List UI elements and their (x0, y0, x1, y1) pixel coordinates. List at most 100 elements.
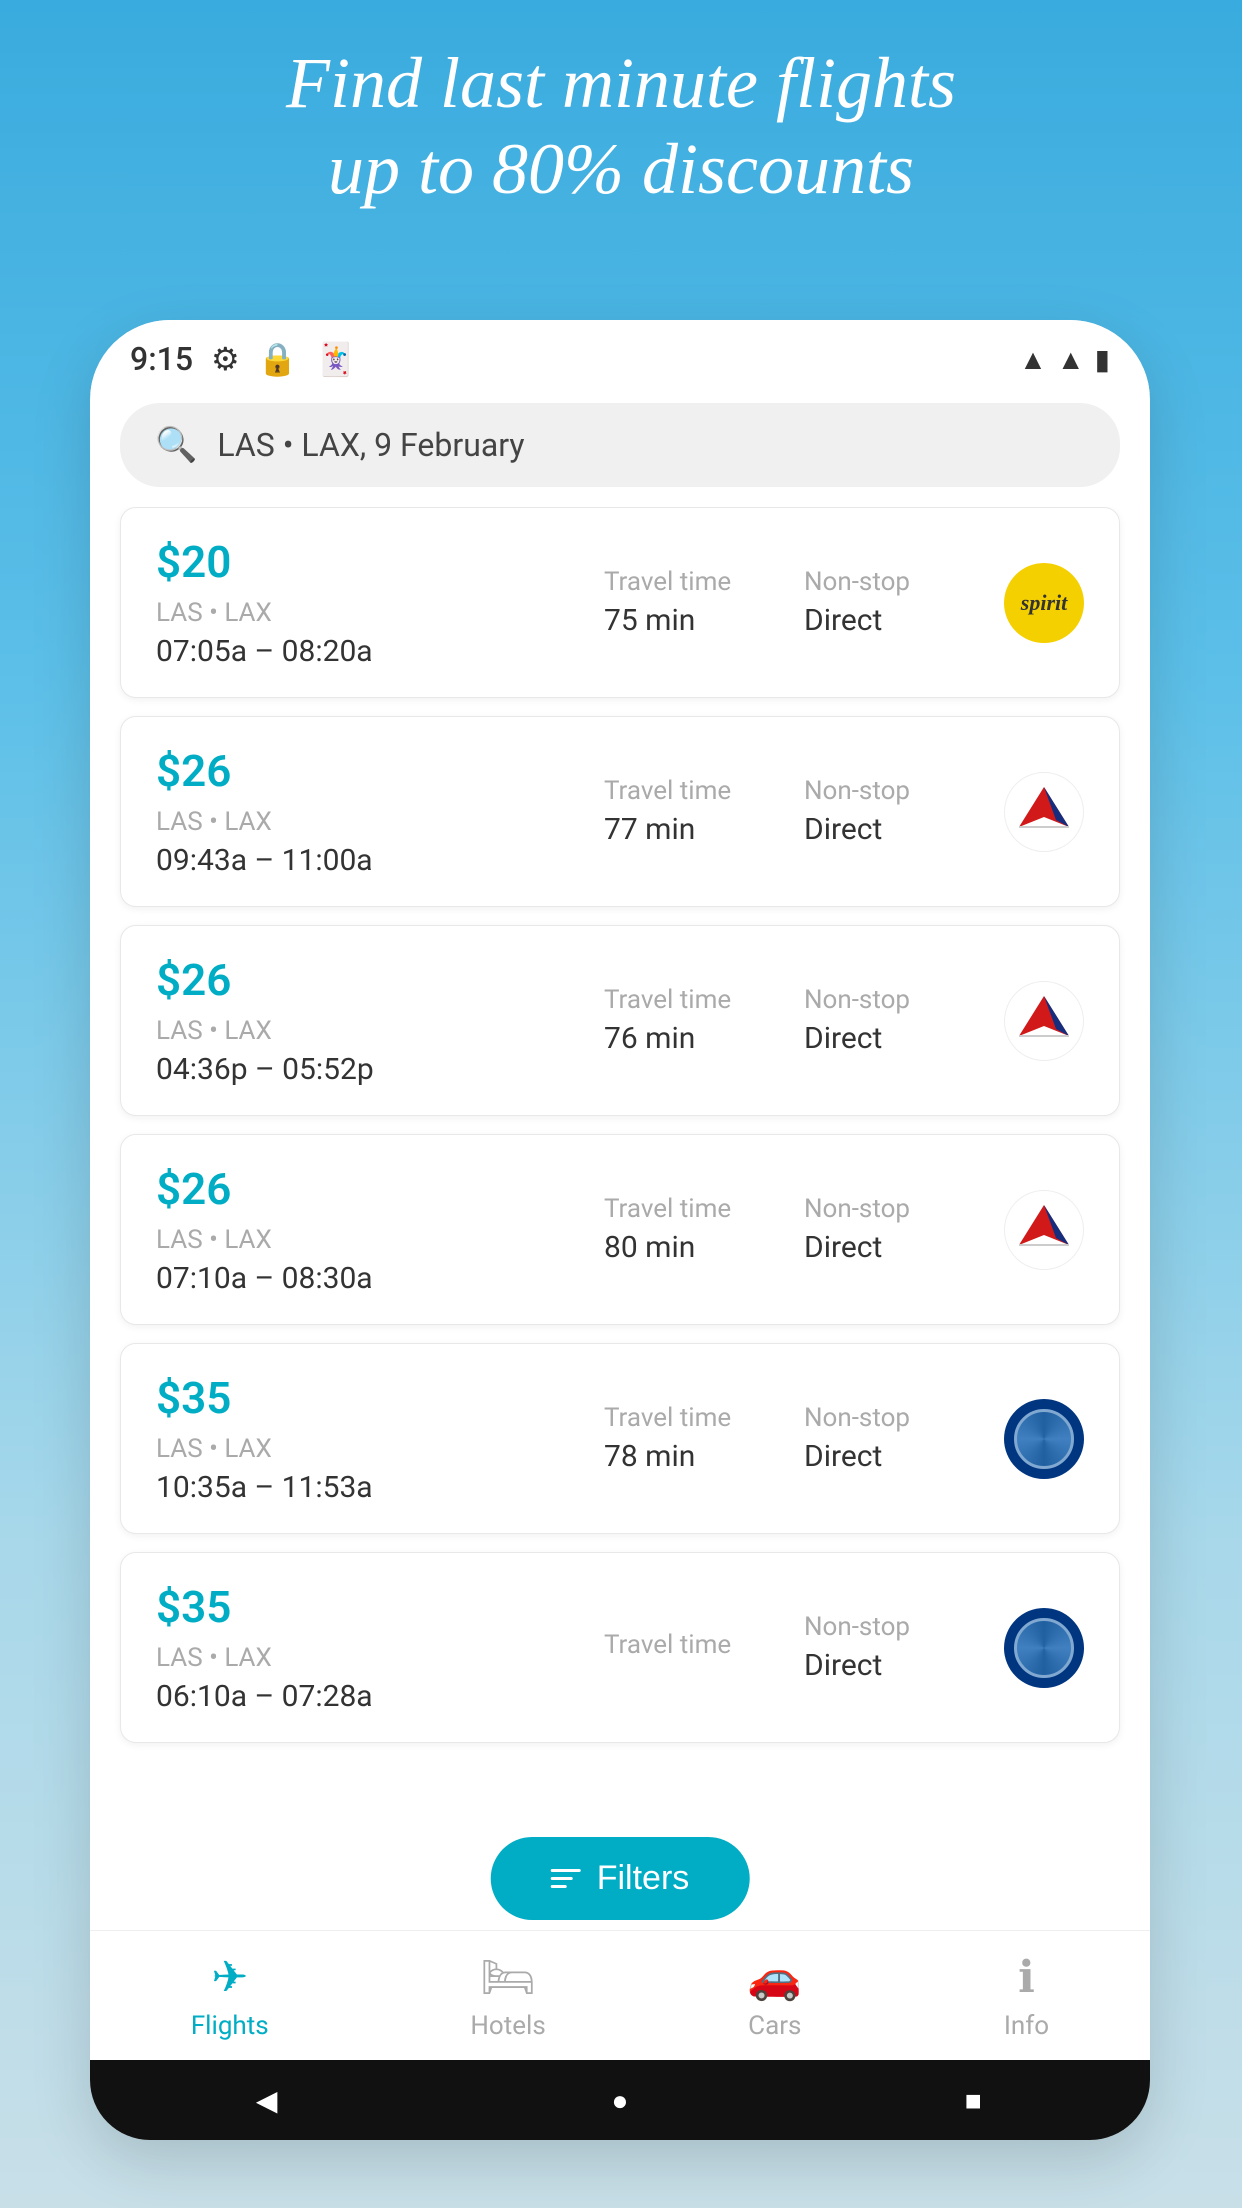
filters-icon (551, 1869, 581, 1888)
flight-times: 09:43a – 11:00a (156, 843, 584, 878)
phone-frame: 9:15 ⚙ 🔒 🃏 ▲ ▲ ▮ 🔍 LAS • LAX, 9 February… (90, 320, 1150, 2140)
airline-logo-united (1004, 1608, 1084, 1688)
battery-icon: ▮ (1095, 343, 1110, 376)
cars-icon: 🚗 (747, 1951, 802, 2003)
travel-time-label: Travel time (604, 567, 804, 597)
search-bar-text: LAS • LAX, 9 February (217, 426, 524, 464)
card-icon: 🃏 (316, 340, 356, 378)
flight-card[interactable]: $35 LAS • LAX 06:10a – 07:28a Travel tim… (120, 1552, 1120, 1743)
airline-logo-american (1004, 981, 1084, 1061)
flight-price: $35 (156, 1372, 584, 1424)
android-recent-button[interactable]: ■ (953, 2080, 993, 2120)
flight-price: $26 (156, 1163, 584, 1215)
airline-logo-american (1004, 1190, 1084, 1270)
travel-time-label: Travel time (604, 1630, 804, 1660)
status-left: 9:15 ⚙ 🔒 🃏 (130, 340, 355, 378)
flight-travel-time: Travel time 78 min (584, 1403, 804, 1474)
nonstop-label: Non-stop (804, 1403, 984, 1433)
info-icon: ℹ (1018, 1951, 1035, 2003)
flight-duration: 80 min (604, 1230, 804, 1265)
nonstop-label: Non-stop (804, 1612, 984, 1642)
nav-item-info[interactable]: ℹ Info (1004, 1951, 1049, 2041)
android-home-button[interactable]: ● (600, 2080, 640, 2120)
flight-info-left: $35 LAS • LAX 06:10a – 07:28a (156, 1581, 584, 1714)
airline-logo-american (1004, 772, 1084, 852)
nav-item-hotels[interactable]: 🛏 Hotels (470, 1951, 545, 2041)
flight-direct: Direct (804, 603, 984, 638)
lock-icon: 🔒 (258, 340, 298, 378)
home-icon: ● (612, 2084, 629, 2117)
nav-item-cars[interactable]: 🚗 Cars (747, 1951, 802, 2041)
flight-price: $26 (156, 954, 584, 1006)
flight-direct: Direct (804, 1230, 984, 1265)
flight-route: LAS • LAX (156, 1225, 584, 1255)
flight-price: $26 (156, 745, 584, 797)
flight-times: 07:10a – 08:30a (156, 1261, 584, 1296)
flight-travel-time: Travel time 77 min (584, 776, 804, 847)
travel-time-label: Travel time (604, 776, 804, 806)
airline-logo-spirit: spirit (1004, 563, 1084, 643)
flight-times: 07:05a – 08:20a (156, 634, 584, 669)
flights-icon: ✈ (211, 1951, 248, 2003)
travel-time-label: Travel time (604, 1403, 804, 1433)
status-time: 9:15 (130, 340, 193, 378)
flight-direct: Direct (804, 1021, 984, 1056)
search-icon: 🔍 (155, 425, 197, 465)
flight-duration: 78 min (604, 1439, 804, 1474)
flight-route: LAS • LAX (156, 598, 584, 628)
nav-item-flights[interactable]: ✈ Flights (191, 1951, 269, 2041)
flight-card[interactable]: $26 LAS • LAX 04:36p – 05:52p Travel tim… (120, 925, 1120, 1116)
flight-travel-time: Travel time (584, 1630, 804, 1666)
promo-header: Find last minute flights up to 80% disco… (206, 40, 1036, 213)
nav-label-cars: Cars (748, 2011, 801, 2041)
android-nav: ◀ ● ■ (90, 2060, 1150, 2140)
flight-direct: Direct (804, 1648, 984, 1683)
flight-duration: 75 min (604, 603, 804, 638)
flight-card[interactable]: $26 LAS • LAX 09:43a – 11:00a Travel tim… (120, 716, 1120, 907)
search-bar[interactable]: 🔍 LAS • LAX, 9 February (120, 403, 1120, 487)
status-bar: 9:15 ⚙ 🔒 🃏 ▲ ▲ ▮ (90, 320, 1150, 393)
flight-info-left: $26 LAS • LAX 04:36p – 05:52p (156, 954, 584, 1087)
flight-price: $35 (156, 1581, 584, 1633)
nonstop-label: Non-stop (804, 567, 984, 597)
bottom-nav: ✈ Flights 🛏 Hotels 🚗 Cars ℹ Info (90, 1930, 1150, 2060)
flight-info-left: $35 LAS • LAX 10:35a – 11:53a (156, 1372, 584, 1505)
flight-travel-time: Travel time 80 min (584, 1194, 804, 1265)
recent-icon: ■ (965, 2084, 982, 2117)
flight-duration: 77 min (604, 812, 804, 847)
flight-route: LAS • LAX (156, 1643, 584, 1673)
nav-label-flights: Flights (191, 2011, 269, 2041)
android-back-button[interactable]: ◀ (247, 2080, 287, 2120)
flight-card[interactable]: $20 LAS • LAX 07:05a – 08:20a Travel tim… (120, 507, 1120, 698)
flight-nonstop: Non-stop Direct (804, 1403, 984, 1474)
nav-label-hotels: Hotels (470, 2011, 545, 2041)
flight-nonstop: Non-stop Direct (804, 1194, 984, 1265)
flight-duration: 76 min (604, 1021, 804, 1056)
flight-nonstop: Non-stop Direct (804, 985, 984, 1056)
promo-line2: up to 80% discounts (286, 126, 956, 212)
promo-line1: Find last minute flights (286, 40, 956, 126)
flight-card[interactable]: $26 LAS • LAX 07:10a – 08:30a Travel tim… (120, 1134, 1120, 1325)
flight-times: 10:35a – 11:53a (156, 1470, 584, 1505)
flight-route: LAS • LAX (156, 1016, 584, 1046)
hotels-icon: 🛏 (480, 1951, 536, 2003)
gear-icon: ⚙ (211, 340, 240, 378)
flight-nonstop: Non-stop Direct (804, 776, 984, 847)
filters-label: Filters (597, 1859, 690, 1898)
status-right: ▲ ▲ ▮ (1019, 343, 1110, 376)
travel-time-label: Travel time (604, 985, 804, 1015)
flight-travel-time: Travel time 76 min (584, 985, 804, 1056)
nonstop-label: Non-stop (804, 985, 984, 1015)
nonstop-label: Non-stop (804, 1194, 984, 1224)
flight-price: $20 (156, 536, 584, 588)
airline-logo-united (1004, 1399, 1084, 1479)
flight-direct: Direct (804, 812, 984, 847)
flight-direct: Direct (804, 1439, 984, 1474)
flight-card[interactable]: $35 LAS • LAX 10:35a – 11:53a Travel tim… (120, 1343, 1120, 1534)
flight-times: 06:10a – 07:28a (156, 1679, 584, 1714)
nav-label-info: Info (1004, 2011, 1049, 2041)
nonstop-label: Non-stop (804, 776, 984, 806)
flight-nonstop: Non-stop Direct (804, 567, 984, 638)
filters-button[interactable]: Filters (491, 1837, 750, 1920)
flight-route: LAS • LAX (156, 807, 584, 837)
